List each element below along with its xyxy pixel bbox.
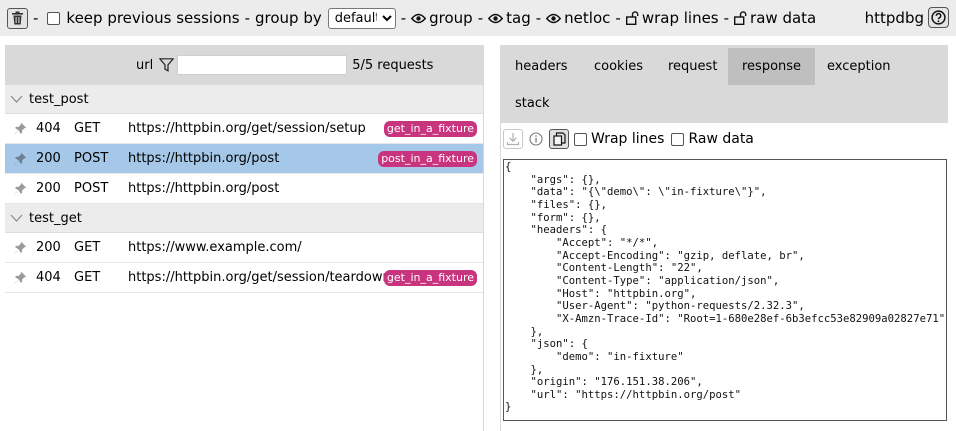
unlock-icon[interactable]: [625, 11, 639, 25]
group-by-select-wrap: default: [327, 7, 396, 29]
request-row[interactable]: 200 POST https://httpbin.org/post: [5, 174, 483, 204]
separator: -: [244, 9, 250, 27]
separator: -: [33, 9, 39, 27]
request-url: https://httpbin.org/post: [128, 181, 280, 196]
pin-icon[interactable]: [5, 271, 36, 284]
raw-data-toggle[interactable]: raw data: [750, 9, 816, 27]
request-method: POST: [74, 181, 109, 196]
app-name: httpdbg: [864, 8, 924, 27]
pin-icon[interactable]: [5, 152, 36, 165]
pin-icon[interactable]: [5, 182, 36, 195]
request-url: https://httpbin.org/get/session/teardown: [128, 270, 391, 285]
request-method: POST: [74, 151, 109, 166]
request-list-panel: url 5/5 requests test_post 404 GET https…: [5, 45, 484, 431]
separator: -: [615, 9, 621, 27]
pin-icon[interactable]: [5, 122, 36, 135]
tab-stack[interactable]: stack: [501, 85, 564, 122]
request-url: https://httpbin.org/post: [128, 151, 280, 166]
request-row-selected[interactable]: 200 POST https://httpbin.org/post post_i…: [5, 144, 483, 174]
group-header-test-post[interactable]: test_post: [5, 85, 483, 114]
request-list-header: url 5/5 requests: [5, 45, 483, 85]
top-toolbar: - keep previous sessions - group by defa…: [0, 0, 956, 36]
eye-icon[interactable]: [488, 13, 504, 24]
request-method: GET: [74, 121, 101, 136]
keep-sessions-checkbox[interactable]: [47, 11, 61, 25]
request-row[interactable]: 200 GET https://www.example.com/: [5, 233, 483, 263]
brand: httpdbg: [865, 7, 949, 28]
toggle-netloc[interactable]: netloc: [564, 9, 610, 27]
wrap-lines-toggle[interactable]: wrap lines: [642, 9, 719, 27]
toggle-group[interactable]: group: [429, 9, 473, 27]
unlock-icon[interactable]: [734, 11, 747, 25]
request-status: 200: [36, 151, 61, 166]
copy-icon[interactable]: [549, 129, 569, 149]
response-body[interactable]: { "args": {}, "data": "{\"demo\": \"in-f…: [503, 159, 947, 421]
request-method: GET: [74, 270, 101, 285]
request-status: 200: [36, 181, 61, 196]
tab-cookies[interactable]: cookies: [580, 48, 657, 85]
tab-response[interactable]: response: [728, 48, 816, 85]
toggle-tag[interactable]: tag: [506, 9, 531, 27]
raw-data-checkbox[interactable]: [671, 132, 685, 146]
separator: -: [535, 9, 542, 27]
group-header-test-get[interactable]: test_get: [5, 204, 483, 233]
request-method: GET: [74, 240, 101, 255]
request-detail-panel: headers cookies request response excepti…: [500, 45, 948, 431]
request-count: 5/5 requests: [352, 57, 434, 73]
request-status: 200: [36, 240, 61, 255]
request-status: 404: [36, 270, 61, 285]
tab-request[interactable]: request: [654, 48, 731, 85]
group-by-label: group by: [254, 9, 322, 27]
eye-icon[interactable]: [411, 13, 427, 24]
tab-exception[interactable]: exception: [813, 48, 905, 85]
tag-badge: get_in_a_fixture: [383, 270, 477, 286]
separator: -: [400, 9, 407, 27]
separator: -: [723, 9, 730, 27]
request-row[interactable]: 404 GET https://httpbin.org/get/session/…: [5, 263, 483, 293]
raw-data-label: Raw data: [688, 131, 754, 147]
tag-badge: get_in_a_fixture: [383, 121, 477, 137]
help-icon[interactable]: [928, 7, 949, 28]
request-url: https://httpbin.org/get/session/setup: [128, 121, 366, 136]
url-filter-input[interactable]: [177, 55, 348, 75]
request-status: 404: [36, 121, 61, 136]
group-name: test_post: [29, 91, 89, 107]
url-filter-label: url: [136, 57, 154, 73]
group-by-select[interactable]: default: [327, 7, 396, 29]
group-name: test_get: [29, 210, 82, 226]
wrap-lines-checkbox[interactable]: [574, 132, 587, 146]
tab-headers[interactable]: headers: [501, 48, 582, 85]
wrap-lines-label: Wrap lines: [591, 131, 665, 147]
eye-icon[interactable]: [546, 13, 562, 24]
tag-badge: post_in_a_fixture: [378, 151, 477, 167]
keep-sessions-label: keep previous sessions: [66, 9, 240, 27]
filter-icon: [159, 58, 175, 72]
raw-data-option[interactable]: Raw data: [671, 131, 754, 147]
request-row[interactable]: 404 GET https://httpbin.org/get/session/…: [5, 114, 483, 144]
pin-icon[interactable]: [5, 241, 36, 254]
chevron-down-icon[interactable]: [10, 95, 23, 103]
download-icon[interactable]: [503, 129, 523, 149]
detail-tabs: headers cookies request response excepti…: [501, 45, 948, 123]
info-icon[interactable]: [526, 129, 546, 149]
body-toolbar: Wrap lines Raw data: [501, 125, 949, 153]
chevron-down-icon[interactable]: [10, 214, 23, 222]
trash-icon[interactable]: [7, 7, 28, 29]
separator: -: [477, 9, 484, 27]
request-url: https://www.example.com/: [128, 240, 302, 255]
wrap-lines-option[interactable]: Wrap lines: [574, 131, 664, 147]
